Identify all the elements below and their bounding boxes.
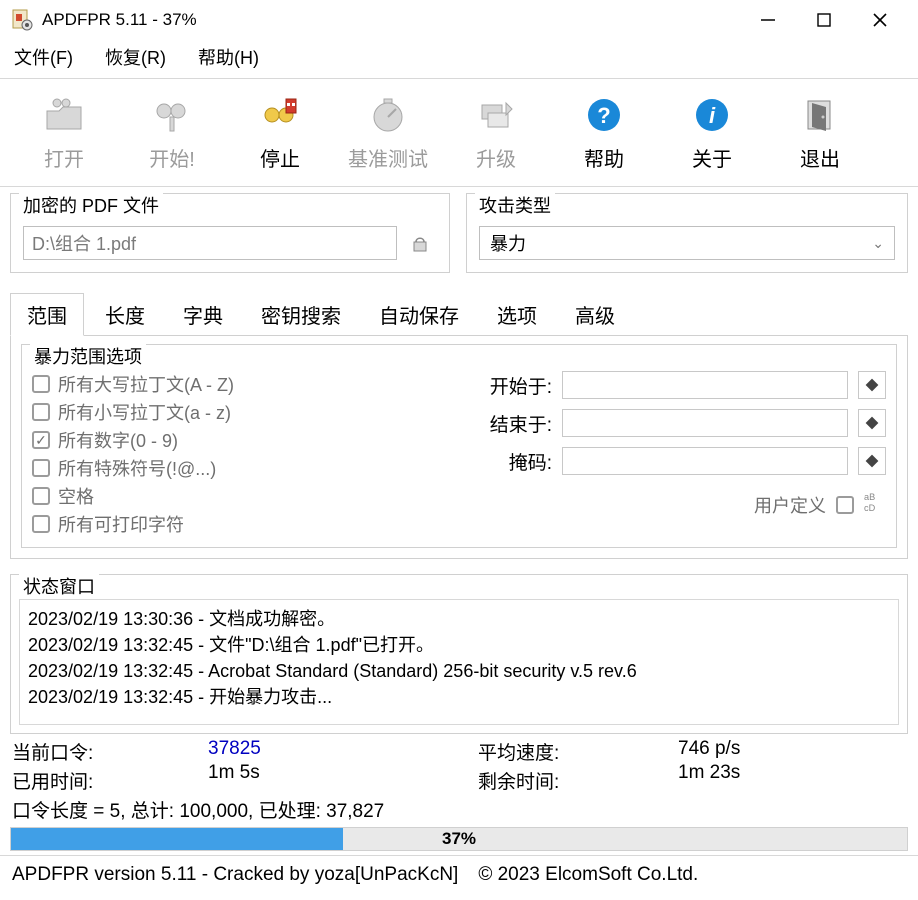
label-remaining: 剩余时间: [478, 767, 678, 794]
chk-lowercase[interactable]: 所有小写拉丁文(a - z) [32, 399, 432, 425]
summary-row: 当前口令: 已用时间: 37825 1m 5s 平均速度: 剩余时间: 746 … [0, 734, 918, 794]
stop-icon [258, 93, 302, 137]
attack-type-value: 暴力 [490, 230, 526, 256]
menubar: 文件(F) 恢复(R) 帮助(H) [0, 40, 918, 74]
menu-file[interactable]: 文件(F) [10, 42, 77, 72]
group-file-legend: 加密的 PDF 文件 [19, 192, 163, 218]
label-mask: 掩码: [472, 448, 552, 475]
status-window-legend: 状态窗口 [19, 573, 99, 599]
brute-options-legend: 暴力范围选项 [30, 343, 146, 369]
toolbar-open[interactable]: 打开 [10, 89, 118, 176]
minimize-button[interactable] [740, 4, 796, 36]
lock-icon [409, 232, 431, 254]
status-line: 2023/02/19 13:32:45 - Acrobat Standard (… [28, 658, 890, 684]
statusbar-left: APDFPR version 5.11 - Cracked by yoza[Un… [12, 864, 458, 886]
label-speed: 平均速度: [478, 738, 678, 765]
value-remaining: 1m 23s [678, 762, 906, 784]
file-browse-button[interactable] [403, 226, 437, 260]
start-at-button[interactable] [858, 371, 886, 399]
svg-text:?: ? [597, 103, 610, 128]
statusbar: APDFPR version 5.11 - Cracked by yoza[Un… [0, 860, 918, 890]
tab-length[interactable]: 长度 [88, 293, 162, 336]
tab-keysearch[interactable]: 密钥搜索 [244, 293, 358, 336]
input-start-at[interactable] [562, 371, 848, 399]
close-button[interactable] [852, 4, 908, 36]
label-end-at: 结束于: [472, 410, 552, 437]
label-start-at: 开始于: [472, 372, 552, 399]
about-icon: i [690, 93, 734, 137]
group-attack-legend: 攻击类型 [475, 192, 555, 218]
svg-text:cD: cD [864, 503, 876, 513]
charset-icon[interactable]: aBcD [864, 491, 886, 518]
status-line: 2023/02/19 13:32:45 - 文件"D:\组合 1.pdf"已打开… [28, 632, 890, 658]
tab-advanced[interactable]: 高级 [558, 293, 632, 336]
input-end-at[interactable] [562, 409, 848, 437]
menu-recover[interactable]: 恢复(R) [101, 42, 170, 72]
diamond-icon [863, 376, 881, 394]
toolbar-stop[interactable]: 停止 [226, 89, 334, 176]
progress-detail-line: 口令长度 = 5, 总计: 100,000, 已处理: 37,827 [0, 794, 918, 823]
upgrade-icon [474, 93, 518, 137]
toolbar-start[interactable]: 开始! [118, 89, 226, 176]
window-title: APDFPR 5.11 - 37% [42, 10, 740, 30]
settings-tabs: 范围 长度 字典 密钥搜索 自动保存 选项 高级 [0, 293, 918, 336]
progress-bar: 37% [10, 827, 908, 851]
status-line: 2023/02/19 13:32:45 - 开始暴力攻击... [28, 684, 890, 710]
tab-options[interactable]: 选项 [480, 293, 554, 336]
attack-type-select[interactable]: 暴力 ⌄ [479, 226, 895, 260]
value-current-password: 37825 [208, 738, 478, 760]
chevron-down-icon: ⌄ [872, 235, 884, 252]
benchmark-icon [366, 93, 410, 137]
chk-digits[interactable]: 所有数字(0 - 9) [32, 427, 432, 453]
menu-help[interactable]: 帮助(H) [194, 42, 263, 72]
chk-space[interactable]: 空格 [32, 483, 432, 509]
mask-button[interactable] [858, 447, 886, 475]
input-mask[interactable] [562, 447, 848, 475]
app-icon [10, 8, 34, 32]
toolbar-benchmark[interactable]: 基准测试 [334, 89, 442, 176]
tab-range[interactable]: 范围 [10, 293, 84, 336]
label-current-password: 当前口令: [12, 738, 208, 765]
status-line: 2023/02/19 13:30:36 - 文档成功解密。 [28, 606, 890, 632]
status-log[interactable]: 2023/02/19 13:30:36 - 文档成功解密。 2023/02/19… [19, 599, 899, 725]
help-icon: ? [582, 93, 626, 137]
tab-autosave[interactable]: 自动保存 [362, 293, 476, 336]
chk-user-defined[interactable] [836, 496, 854, 514]
toolbar: 打开 开始! 停止 基准测试 升级 ? 帮助 i 关于 退出 [0, 83, 918, 182]
value-elapsed: 1m 5s [208, 762, 478, 784]
status-window-group: 状态窗口 2023/02/19 13:30:36 - 文档成功解密。 2023/… [10, 574, 908, 734]
toolbar-exit[interactable]: 退出 [766, 89, 874, 176]
chk-printable[interactable]: 所有可打印字符 [32, 511, 432, 537]
open-icon [42, 93, 86, 137]
start-icon [150, 93, 194, 137]
toolbar-about[interactable]: i 关于 [658, 89, 766, 176]
toolbar-help[interactable]: ? 帮助 [550, 89, 658, 176]
exit-icon [798, 93, 842, 137]
diamond-icon [863, 414, 881, 432]
statusbar-right: © 2023 ElcomSoft Co.Ltd. [478, 864, 698, 886]
label-elapsed: 已用时间: [12, 767, 208, 794]
chk-special[interactable]: 所有特殊符号(!@...) [32, 455, 432, 481]
toolbar-upgrade[interactable]: 升级 [442, 89, 550, 176]
tab-range-content: 暴力范围选项 所有大写拉丁文(A - Z) 所有小写拉丁文(a - z) 所有数… [10, 335, 908, 559]
svg-text:i: i [709, 103, 716, 128]
progress-label: 37% [11, 828, 907, 850]
titlebar: APDFPR 5.11 - 37% [0, 0, 918, 40]
maximize-button[interactable] [796, 4, 852, 36]
svg-text:aB: aB [864, 492, 875, 502]
tab-dictionary[interactable]: 字典 [166, 293, 240, 336]
chk-uppercase[interactable]: 所有大写拉丁文(A - Z) [32, 371, 432, 397]
label-user-defined: 用户定义 [754, 492, 826, 518]
diamond-icon [863, 452, 881, 470]
group-encrypted-file: 加密的 PDF 文件 [10, 193, 450, 273]
group-attack-type: 攻击类型 暴力 ⌄ [466, 193, 908, 273]
end-at-button[interactable] [858, 409, 886, 437]
file-path-input[interactable] [23, 226, 397, 260]
brute-options-group: 暴力范围选项 所有大写拉丁文(A - Z) 所有小写拉丁文(a - z) 所有数… [21, 344, 897, 548]
value-speed: 746 p/s [678, 738, 906, 760]
